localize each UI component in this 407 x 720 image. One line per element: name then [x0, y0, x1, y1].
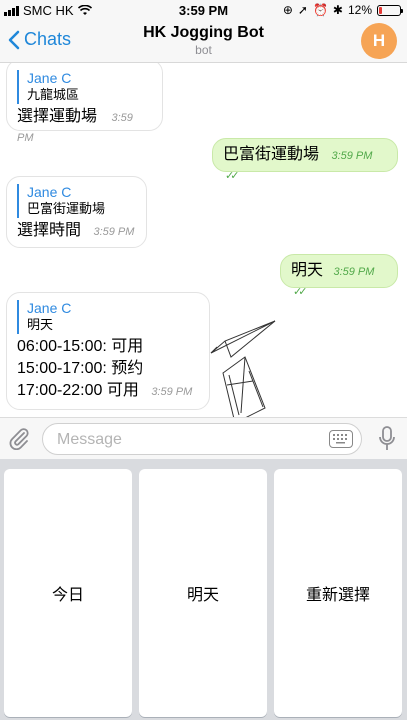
message-text: 選擇運動場 [17, 108, 98, 125]
reply-quote-text: 巴富街運動場 [27, 201, 106, 216]
message-text: 選擇時間 [17, 222, 82, 239]
message-bubble-incoming[interactable]: Jane C 巴富街運動場 選擇時間 3:59 PM [6, 176, 147, 248]
bot-reply-keyboard: 今日 明天 重新選擇 [0, 459, 407, 720]
reply-quote[interactable]: Jane C 巴富街運動場 [17, 184, 136, 218]
message-bubble-incoming[interactable]: Jane C 明天 06:00-15:00: 可用 15:00-17:00: 预… [6, 292, 210, 410]
message-body: 選擇時間 3:59 PM [17, 220, 136, 242]
chat-title: HK Jogging Bot [143, 24, 264, 41]
status-bar: SMC HK 3:59 PM ⊕ ➚ ⏰ ✱ 12% [0, 0, 407, 20]
message-text: 06:00-15:00: 可用 [17, 338, 144, 355]
reply-quote[interactable]: Jane C 九龍城區 [17, 70, 152, 104]
reply-quote-text: 明天 [27, 317, 54, 332]
keyboard-button-today[interactable]: 今日 [4, 469, 132, 717]
chat-subtitle: bot [195, 43, 212, 57]
chat-title-area[interactable]: HK Jogging Bot bot [0, 24, 407, 57]
read-checkmarks-icon: ✓✓ [293, 286, 308, 298]
reply-quote[interactable]: Jane C 明天 [17, 300, 199, 334]
reply-quote-text: 九龍城區 [27, 87, 80, 102]
reply-author: Jane C [27, 300, 72, 316]
message-body: 選擇運動場 3:59 PM [17, 106, 152, 146]
message-text: 15:00-17:00: 预约 [17, 360, 144, 377]
message-input-field[interactable] [42, 423, 362, 455]
message-time: 3:59 PM [151, 386, 193, 398]
keyboard-button-tomorrow[interactable]: 明天 [139, 469, 267, 717]
battery-percent: 12% [347, 3, 372, 17]
battery-icon [377, 4, 403, 16]
keyboard-button-reselect[interactable]: 重新選擇 [274, 469, 402, 717]
chat-area[interactable]: Jane C 九龍城區 選擇運動場 3:59 PM 巴富街運動場 3:59 PM… [0, 63, 407, 417]
avatar[interactable]: H [361, 23, 397, 59]
message-time: 3:59 PM [93, 226, 135, 238]
message-bubble-outgoing[interactable]: 明天 3:59 PM ✓✓ [280, 254, 398, 298]
message-bubble-outgoing[interactable]: 巴富街運動場 3:59 PM ✓✓ [212, 138, 398, 182]
reply-author: Jane C [27, 70, 72, 86]
message-text: 巴富街運動場 [223, 146, 320, 163]
alarm-icon: ⏰ [312, 3, 328, 17]
message-time: 3:59 PM [333, 266, 375, 278]
message-time: 3:59 PM [331, 150, 373, 162]
bot-keyboard-icon[interactable] [329, 430, 353, 448]
status-right: ⊕ ➚ ⏰ ✱ 12% [282, 3, 403, 17]
reply-author: Jane C [27, 184, 72, 200]
attach-icon[interactable] [8, 426, 30, 450]
message-input[interactable] [55, 430, 319, 450]
rotation-lock-icon: ⊕ [282, 3, 293, 17]
message-text: 17:00-22:00 可用 [17, 382, 139, 399]
message-text: 明天 [291, 262, 324, 279]
navigation-bar: Chats HK Jogging Bot bot H [0, 20, 407, 63]
bluetooth-icon: ✱ [332, 3, 343, 17]
message-bubble-incoming[interactable]: Jane C 九龍城區 選擇運動場 3:59 PM [6, 63, 163, 144]
message-composer [0, 417, 407, 460]
location-icon: ➚ [297, 3, 308, 17]
message-body: 06:00-15:00: 可用 15:00-17:00: 预约 17:00-22… [17, 336, 199, 402]
microphone-icon[interactable] [379, 426, 395, 452]
read-checkmarks-icon: ✓✓ [225, 170, 240, 182]
paper-plane-doodle-icon [210, 320, 276, 417]
